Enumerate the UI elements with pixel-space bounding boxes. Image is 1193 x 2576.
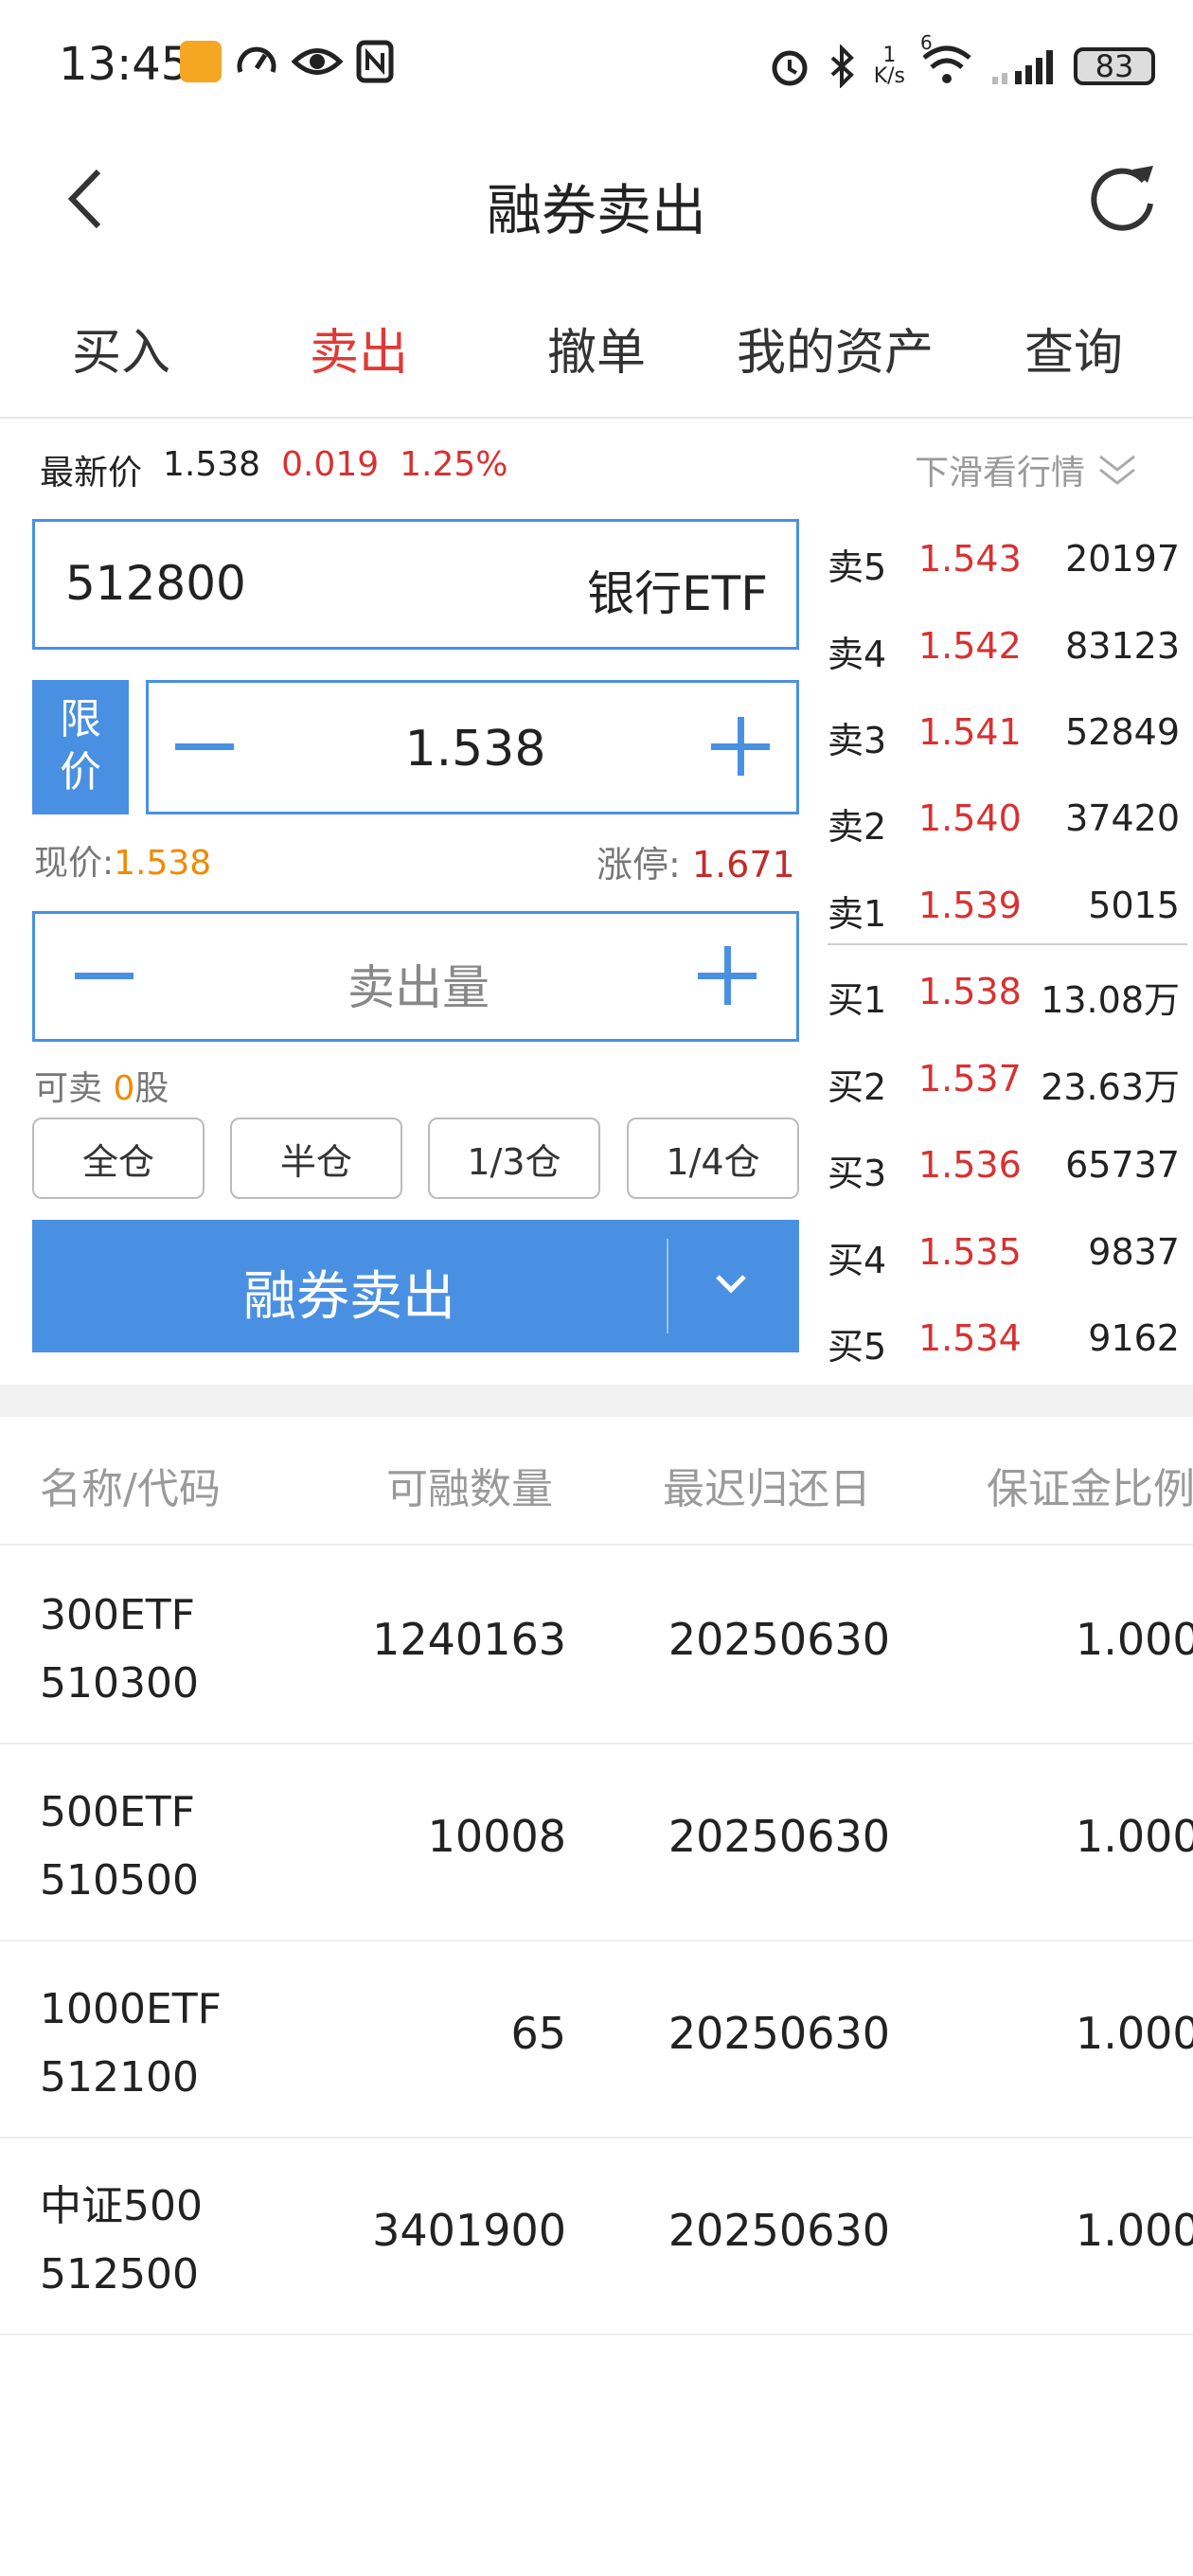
position-third-button[interactable]: 1/3仓: [428, 1118, 600, 1199]
current-price-value: 1.538: [114, 844, 212, 883]
stock-code-field[interactable]: 512800 银行ETF: [32, 519, 799, 650]
bid-row: 买1 1.538 13.08万: [828, 971, 1180, 1021]
eye-icon: [292, 48, 343, 75]
tab-sell[interactable]: 卖出: [310, 313, 408, 384]
trade-tabs: 买入 卖出 撤单 我的资产 查询: [0, 284, 1193, 419]
table-row[interactable]: 1000ETF512100 65 20250630 1.0000: [0, 1940, 1193, 2138]
double-chevron-down-icon: [1099, 455, 1135, 485]
stock-name: 银行ETF: [587, 566, 768, 621]
refresh-icon[interactable]: [1079, 156, 1165, 242]
net-speed: 1 K/s: [873, 44, 905, 88]
ask-row: 卖5 1.543 20197: [828, 538, 1180, 588]
submit-sell-button[interactable]: 融券卖出: [32, 1220, 799, 1352]
price-change-percent: 1.25%: [400, 445, 508, 484]
latest-price: 1.538: [163, 445, 261, 484]
tab-cancel[interactable]: 撤单: [547, 313, 646, 384]
nfc-icon: [356, 40, 394, 83]
limit-price-toggle[interactable]: 限 价: [32, 680, 129, 814]
column-header-quantity: 可融数量: [386, 1465, 553, 1513]
quantity-stepper: 卖出量: [32, 911, 799, 1042]
ask-row: 卖2 1.540 37420: [828, 797, 1180, 848]
bluetooth-icon: [830, 45, 854, 88]
cellular-signal-icon: [992, 50, 1053, 84]
ask-row: 卖1 1.539 5015: [828, 885, 1180, 935]
bid-row: 买5 1.534 9162: [828, 1317, 1180, 1368]
signal-tag: 6: [920, 31, 933, 54]
sellable-value: 0: [113, 1069, 135, 1108]
latest-price-label: 最新价: [40, 454, 143, 492]
ask-row: 卖4 1.542 83123: [828, 625, 1180, 675]
column-header-name: 名称/代码: [40, 1465, 221, 1513]
table-row[interactable]: 300ETF510300 1240163 20250630 1.0000: [0, 1546, 1193, 1744]
position-quarter-button[interactable]: 1/4仓: [627, 1118, 799, 1199]
ask-row: 卖3 1.541 52849: [828, 711, 1180, 761]
sellable-info: 可卖 0股: [34, 1069, 169, 1108]
price-stepper: 1.538: [146, 680, 799, 814]
table-row[interactable]: 中证500512500 3401900 20250630 1.0000: [0, 2137, 1193, 2335]
column-header-due-date: 最迟归还日: [663, 1465, 871, 1513]
table-row[interactable]: 500ETF510500 10008 20250630 1.0000: [0, 1743, 1193, 1941]
tab-query[interactable]: 查询: [1024, 313, 1123, 384]
position-half-button[interactable]: 半仓: [230, 1118, 402, 1199]
tab-my-assets[interactable]: 我的资产: [737, 313, 934, 384]
bid-row: 买3 1.536 65737: [828, 1144, 1180, 1194]
tab-buy[interactable]: 买入: [72, 313, 170, 384]
page-title: 融券卖出: [486, 178, 706, 242]
limit-up-value: 1.671: [691, 844, 795, 886]
bid-row: 买2 1.537 23.63万: [828, 1058, 1180, 1108]
price-change: 0.019: [281, 445, 380, 484]
stock-code: 512800: [65, 556, 246, 611]
swipe-hint[interactable]: 下滑看行情: [915, 445, 1138, 494]
bid-row: 买4 1.535 9837: [828, 1231, 1180, 1281]
section-divider: [0, 1385, 1193, 1417]
battery-indicator: 83: [1074, 47, 1155, 85]
orderbook-divider: [828, 943, 1187, 945]
chevron-down-icon[interactable]: [712, 1265, 750, 1303]
sell-quantity-input[interactable]: 卖出量: [35, 950, 802, 1018]
position-full-button[interactable]: 全仓: [32, 1118, 205, 1199]
status-time: 13:45: [59, 38, 190, 91]
alarm-icon: [772, 50, 808, 86]
latest-quote: 最新价 1.538 0.019 1.25%: [40, 445, 508, 494]
column-header-margin-ratio: 保证金比例: [987, 1465, 1193, 1513]
status-bar: 13:45 1 K/s 6 83: [0, 0, 1193, 133]
speedometer-icon: [237, 46, 276, 73]
price-value[interactable]: 1.538: [149, 721, 802, 778]
limit-up-info: 涨停: 1.671: [596, 844, 795, 886]
current-price-info: 现价:1.538: [34, 844, 212, 883]
app-notification-icon: [180, 41, 222, 82]
